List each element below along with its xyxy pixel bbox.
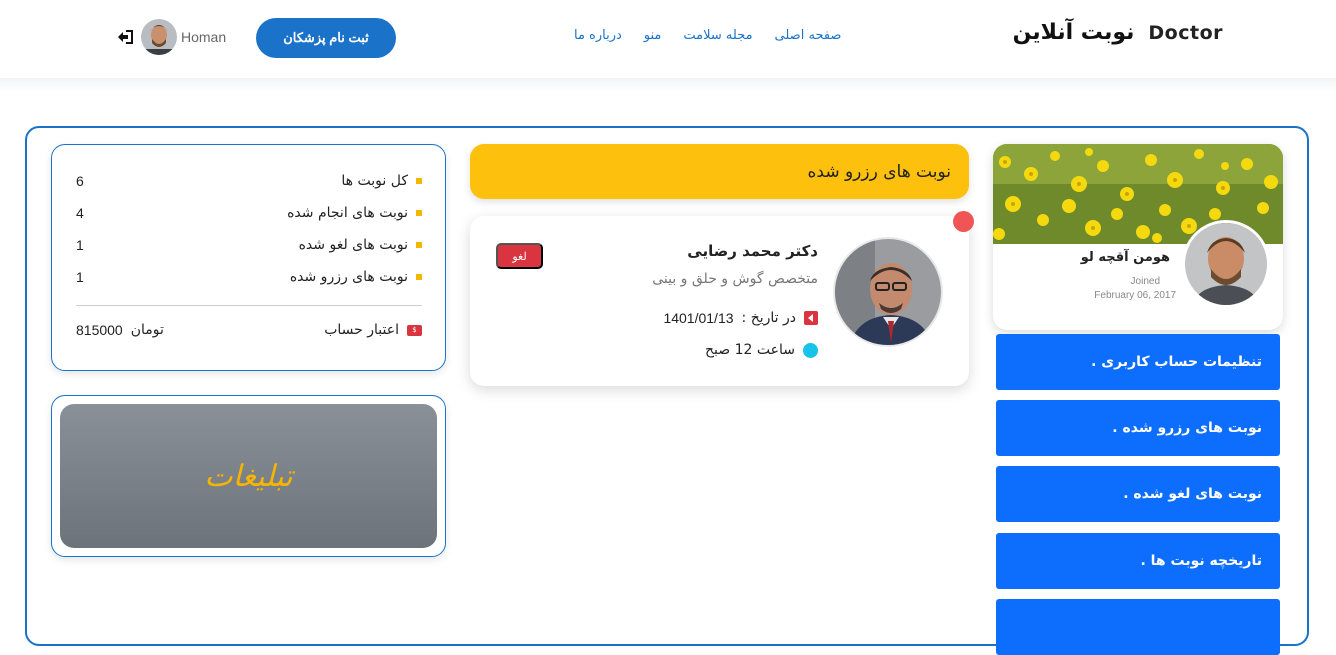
doctor-name: دکتر محمد رضایی xyxy=(687,242,818,260)
logout-icon[interactable] xyxy=(116,29,134,45)
nav-about[interactable]: درباره ما xyxy=(574,28,622,43)
stat-row-done: نوبت های انجام شده 4 xyxy=(76,202,422,224)
joined-date: February 06, 2017 xyxy=(1094,290,1176,301)
divider xyxy=(76,305,422,306)
cancel-appointment-button[interactable]: لغو xyxy=(496,243,543,269)
ads-card: تبلیغات xyxy=(51,395,446,557)
top-header: Doctor نوبت آنلاین صفحه اصلی مجله سلامت … xyxy=(0,0,1336,78)
sidebar-item-cancelled[interactable]: . نوبت های لغو شده xyxy=(996,466,1280,522)
stat-row-cancelled: نوبت های لغو شده 1 xyxy=(76,234,422,256)
doctor-specialty: متخصص گوش و حلق و بینی xyxy=(652,271,818,287)
status-dot-icon xyxy=(953,211,974,232)
header-shadow-band xyxy=(0,78,1336,92)
money-icon: $ xyxy=(407,324,422,336)
account-credit: $ اعتبار حساب تومان 815000 xyxy=(76,322,422,338)
ads-text: تبلیغات xyxy=(204,458,293,494)
stat-row-reserved: نوبت های رزرو شده 1 xyxy=(76,266,422,288)
sidebar-item-account-settings[interactable]: . تنظیمات حساب کاربری xyxy=(996,334,1280,390)
stat-label: کل نوبت ها xyxy=(341,173,422,189)
sidebar-item-history[interactable]: . تاریخچه نوبت ها xyxy=(996,533,1280,589)
nav-home[interactable]: صفحه اصلی xyxy=(775,28,842,43)
credit-value: تومان 815000 xyxy=(76,322,164,338)
logo-mark: Doctor xyxy=(1148,21,1223,44)
site-title: نوبت آنلاین xyxy=(1012,20,1135,45)
sidebar-item-reserved[interactable]: . نوبت های رزرو شده xyxy=(996,400,1280,456)
appointment-date: در تاریخ : 1401/01/13 xyxy=(663,310,818,326)
doctor-photo xyxy=(833,237,943,347)
credit-label-text: اعتبار حساب xyxy=(324,322,399,338)
sidebar-item-more[interactable] xyxy=(996,599,1280,655)
profile-name: هومن آقچه لو xyxy=(1080,250,1170,265)
stat-value: 1 xyxy=(76,269,84,285)
nav-menu[interactable]: منو xyxy=(644,28,662,43)
reserved-title: نوبت های رزرو شده xyxy=(470,144,969,199)
profile-card: هومن آقچه لو Joined February 06, 2017 xyxy=(993,144,1283,330)
stats-card: کل نوبت ها 6 نوبت های انجام شده 4 نوبت ه… xyxy=(51,144,446,371)
credit-label: $ اعتبار حساب xyxy=(324,322,422,338)
stat-label: نوبت های رزرو شده xyxy=(290,269,422,285)
joined-label: Joined xyxy=(1130,276,1160,287)
date-icon xyxy=(804,311,818,325)
credit-unit: تومان xyxy=(130,322,164,338)
stat-value: 1 xyxy=(76,237,84,253)
stat-label: نوبت های لغو شده xyxy=(299,237,422,253)
date-value: 1401/01/13 xyxy=(663,310,734,326)
date-label: در تاریخ : xyxy=(741,310,796,326)
stat-value: 6 xyxy=(76,173,84,189)
avatar[interactable] xyxy=(141,19,177,55)
ads-banner[interactable]: تبلیغات xyxy=(60,404,437,548)
stat-value: 4 xyxy=(76,205,84,221)
stat-row-total: کل نوبت ها 6 xyxy=(76,170,422,192)
profile-avatar[interactable] xyxy=(1182,220,1270,308)
credit-amount: 815000 xyxy=(76,322,123,338)
username[interactable]: Homan xyxy=(181,29,226,45)
time-dot-icon xyxy=(803,342,818,358)
appointment-card: دکتر محمد رضایی متخصص گوش و حلق و بینی ل… xyxy=(470,216,969,386)
appointment-time: ساعت 12 صبح xyxy=(705,342,818,358)
nav-health-magazine[interactable]: مجله سلامت xyxy=(683,28,752,43)
register-doctors-button[interactable]: ثبت نام پزشکان xyxy=(256,18,396,58)
main-nav: صفحه اصلی مجله سلامت منو درباره ما xyxy=(574,28,841,43)
stat-label: نوبت های انجام شده xyxy=(287,205,422,221)
site-logo[interactable]: Doctor نوبت آنلاین xyxy=(1013,20,1223,45)
time-label: ساعت 12 صبح xyxy=(705,342,795,358)
